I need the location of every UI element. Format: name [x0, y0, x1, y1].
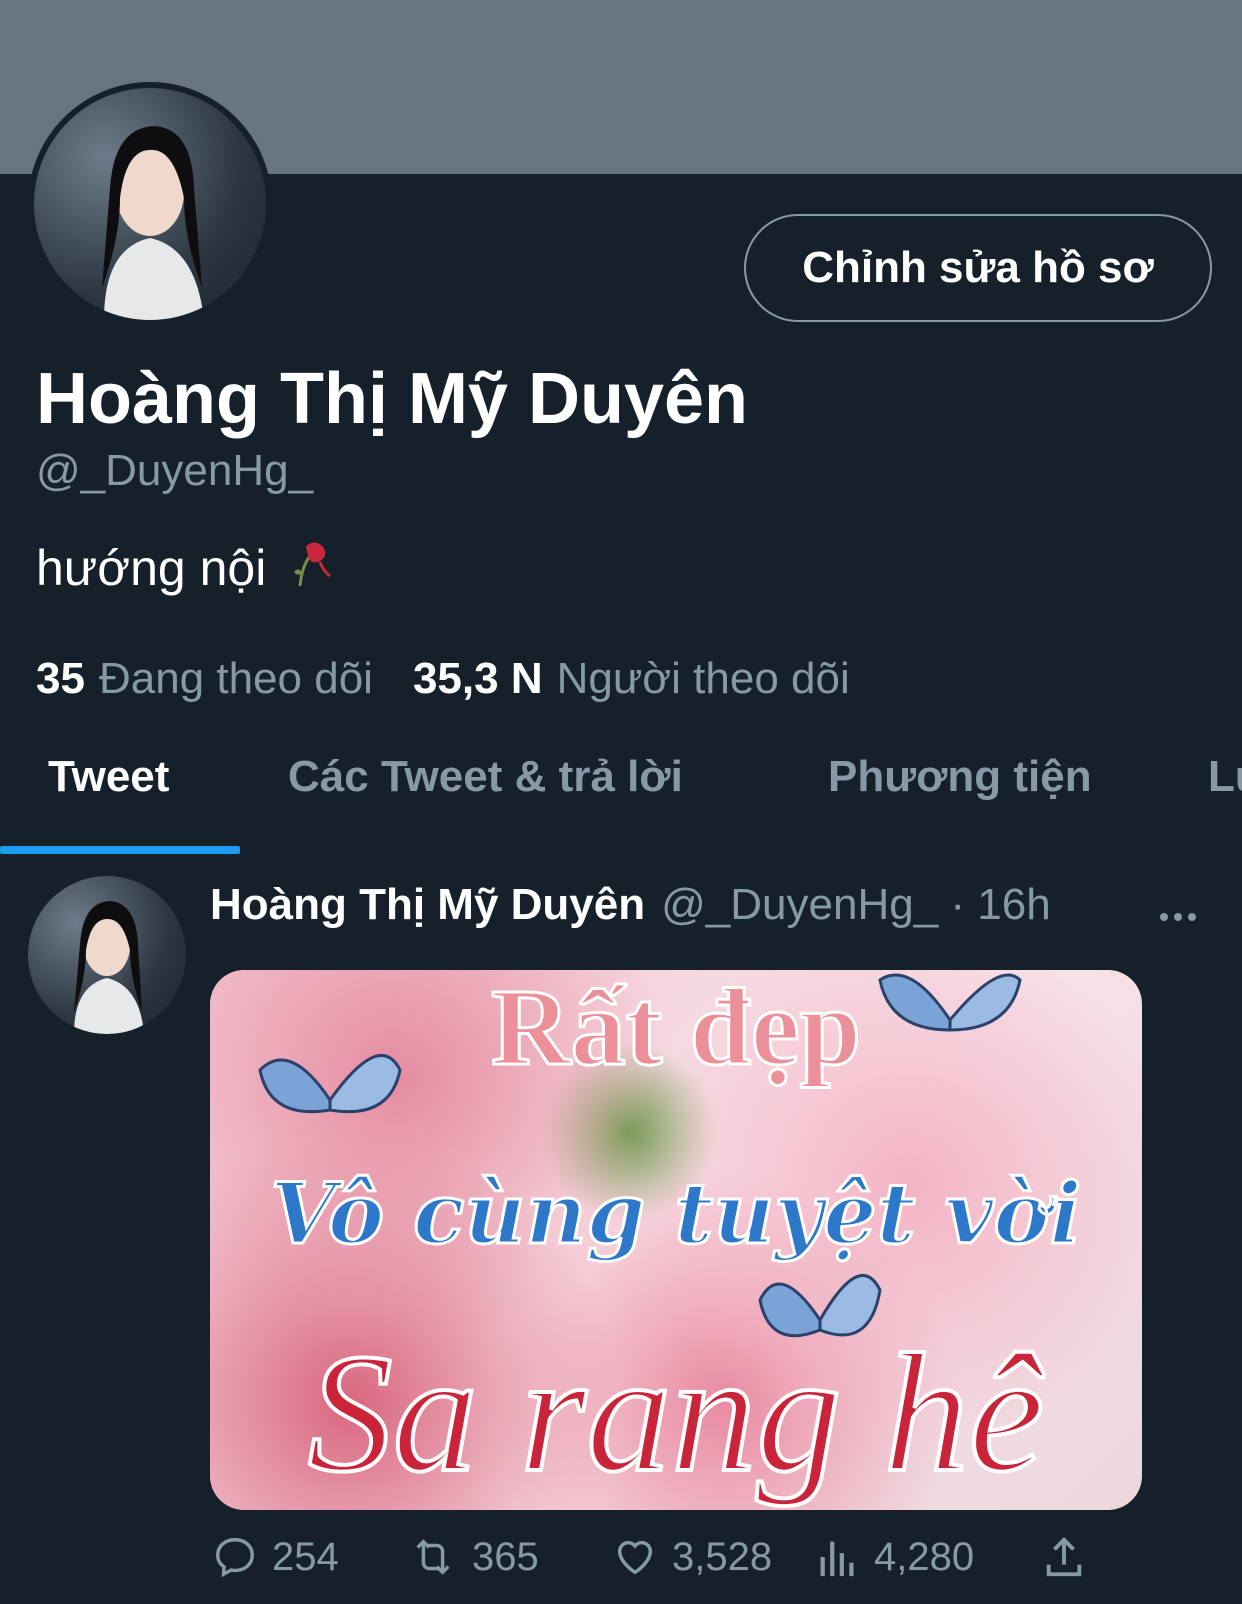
heart-icon [617, 1540, 653, 1575]
wilted-rose-icon [280, 536, 332, 600]
tweet-header: Hoàng Thị Mỹ Duyên @_DuyenHg_ · 16h [210, 880, 1051, 930]
following-label: Đang theo dõi [98, 654, 373, 703]
like-button[interactable]: 3,528 [612, 1534, 772, 1580]
views-button[interactable]: 4,280 [816, 1534, 974, 1580]
share-icon [1046, 1537, 1082, 1577]
tab-tweets[interactable]: Tweet [48, 752, 169, 802]
retweet-icon [416, 1539, 450, 1575]
following-stat[interactable]: 35 Đang theo dõi [36, 654, 373, 704]
retweet-count: 365 [472, 1534, 539, 1579]
media-text-line2: Vô cùng tuyệt vời [269, 1163, 1083, 1265]
profile-handle: @_DuyenHg_ [36, 446, 314, 495]
reply-count: 254 [272, 1534, 339, 1579]
followers-label: Người theo dõi [556, 654, 850, 703]
more-dots-icon[interactable] [1158, 888, 1198, 933]
share-button[interactable] [1042, 1534, 1086, 1580]
followers-count: 35,3 N [412, 654, 543, 703]
bio-text: hướng nội [36, 540, 267, 596]
following-count: 35 [36, 654, 85, 703]
tweet-media-image[interactable]: Rất đẹp Vô cùng tuyệt vời Sa rang hê [210, 970, 1142, 1510]
tab-media[interactable]: Phương tiện [828, 752, 1092, 802]
profile-avatar[interactable] [28, 82, 272, 326]
like-count: 3,528 [672, 1534, 773, 1579]
profile-stats: 35 Đang theo dõi 35,3 N Người theo dõi [36, 654, 850, 704]
tweet-actions: 254 365 3,528 4,280 [212, 1534, 1092, 1594]
active-tab-indicator [0, 846, 240, 854]
tweet-author-name[interactable]: Hoàng Thị Mỹ Duyên [210, 880, 645, 930]
retweet-button[interactable]: 365 [408, 1534, 539, 1580]
profile-bio: hướng nội [36, 536, 332, 600]
tab-tweets-replies[interactable]: Các Tweet & trả lời [288, 752, 683, 802]
reply-button[interactable]: 254 [212, 1534, 339, 1580]
reply-icon [216, 1538, 254, 1578]
profile-display-name: Hoàng Thị Mỹ Duyên [36, 359, 749, 439]
views-chart-icon [820, 1541, 854, 1577]
tweet-handle-time: @_DuyenHg_ · 16h [661, 880, 1051, 929]
media-text-line3: Sa rang hê [306, 1317, 1047, 1509]
profile-tabs: Tweet Các Tweet & trả lời Phương tiện Lư [0, 744, 1242, 852]
view-count: 4,280 [874, 1534, 975, 1579]
followers-stat[interactable]: 35,3 N Người theo dõi [413, 654, 850, 704]
tweet-author-avatar[interactable] [28, 876, 186, 1034]
media-text-line1: Rất đẹp [490, 970, 863, 1090]
tab-likes[interactable]: Lư [1208, 752, 1242, 802]
edit-profile-button[interactable]: Chỉnh sửa hồ sơ [744, 214, 1212, 322]
